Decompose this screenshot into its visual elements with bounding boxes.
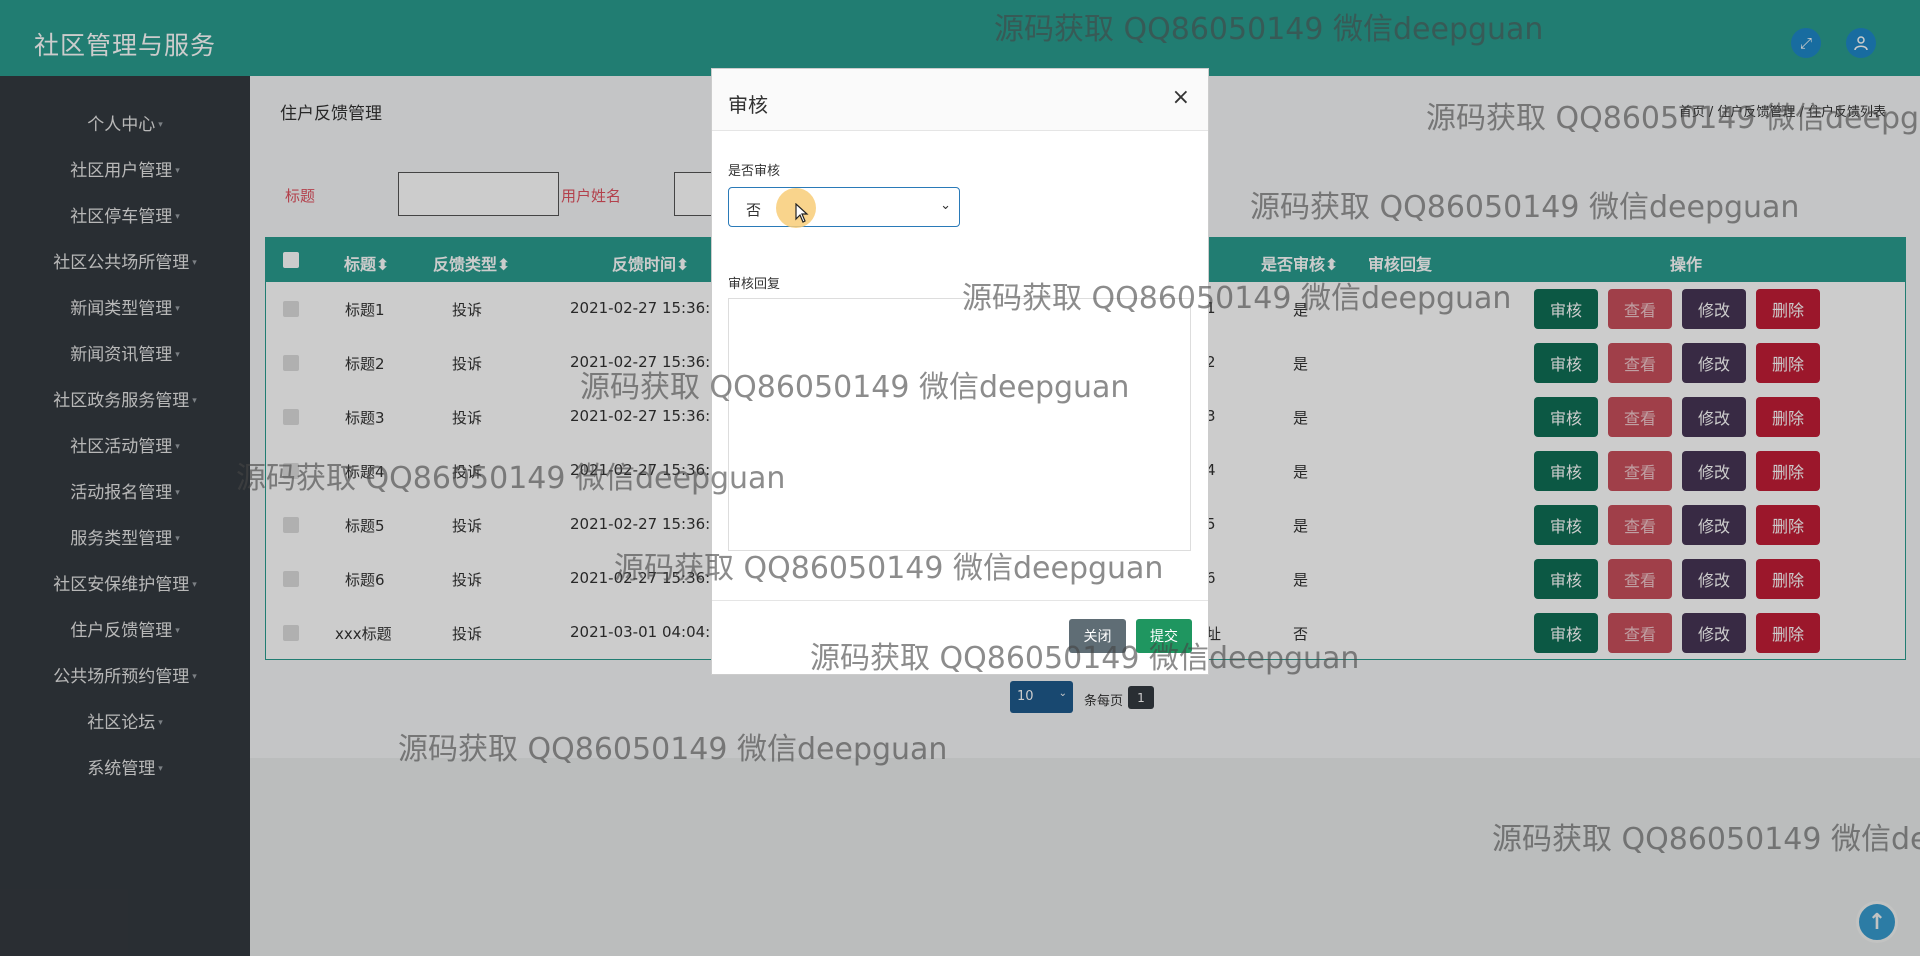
audit-reply-textarea[interactable] xyxy=(728,298,1191,551)
audit-status-value: 否 xyxy=(746,201,762,219)
chevron-down-icon: ⌄ xyxy=(940,198,951,213)
dialog-header: 审核 × xyxy=(712,69,1208,131)
dialog-footer-divider xyxy=(712,600,1208,601)
dialog-submit-button[interactable]: 提交 xyxy=(1136,619,1192,653)
dialog-close-button[interactable]: 关闭 xyxy=(1069,619,1126,653)
backdrop-band xyxy=(250,758,1920,956)
audit-status-label: 是否审核 xyxy=(728,164,781,179)
audit-dialog: 审核 × 是否审核 否 ⌄ 审核回复 关闭 提交 xyxy=(711,68,1209,675)
close-icon[interactable]: × xyxy=(1172,85,1190,110)
mouse-cursor-icon xyxy=(795,202,809,228)
audit-reply-label: 审核回复 xyxy=(728,277,781,292)
dialog-title: 审核 xyxy=(728,93,768,117)
audit-status-select[interactable]: 否 ⌄ xyxy=(728,187,960,227)
